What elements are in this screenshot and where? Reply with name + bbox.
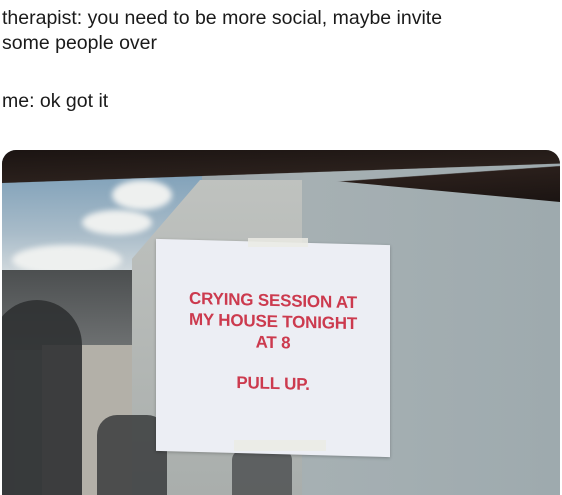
- sign-line-2: MY HOUSE TONIGHT: [188, 309, 358, 334]
- chair-silhouette: [232, 450, 292, 495]
- caption-reply: me: ok got it: [2, 90, 109, 112]
- cloud: [82, 210, 152, 235]
- tape-bottom: [234, 440, 326, 451]
- person-silhouette: [2, 300, 82, 495]
- meme-photo: CRYING SESSION AT MY HOUSE TONIGHT AT 8 …: [2, 150, 560, 495]
- sign-line-3: AT 8: [255, 332, 291, 353]
- caption-line-2: some people over: [2, 32, 158, 54]
- paper-sign: CRYING SESSION AT MY HOUSE TONIGHT AT 8 …: [156, 238, 390, 458]
- caption-therapist: therapist: you need to be more social, m…: [2, 6, 442, 56]
- caption-line-1: therapist: you need to be more social, m…: [2, 7, 443, 29]
- tape-top: [248, 238, 308, 247]
- sign-footer: PULL UP.: [236, 373, 310, 394]
